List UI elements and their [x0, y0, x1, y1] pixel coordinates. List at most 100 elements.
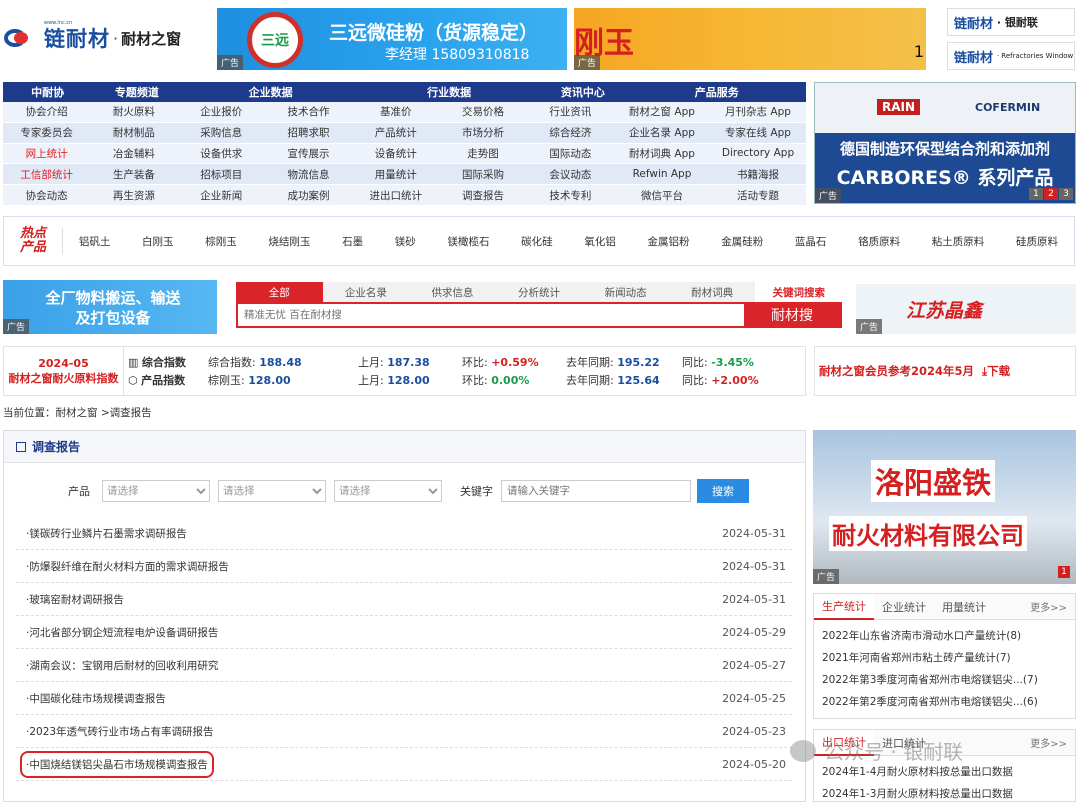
- hot-product-link[interactable]: 铬质原料: [858, 234, 900, 249]
- rban-page-3[interactable]: 3: [1059, 188, 1073, 200]
- nav-item[interactable]: 交易价格: [439, 102, 527, 123]
- hot-product-link[interactable]: 蓝晶石: [795, 234, 827, 249]
- ad-banner-carbores[interactable]: RAIN COFERMIN 德国制造环保型结合剂和添加剂 CARBORES® 系…: [814, 82, 1076, 204]
- report-title-link[interactable]: ·防爆裂纤维在耐火材料方面的需求调研报告: [26, 559, 229, 574]
- stats-tab[interactable]: 用量统计: [934, 594, 994, 620]
- hot-product-link[interactable]: 镁橄榄石: [447, 234, 489, 249]
- nav-item[interactable]: 耐材制品: [90, 122, 178, 144]
- ad-banner-luoyang-shengtie[interactable]: 洛阳盛铁 耐火材料有限公司 1 广告: [813, 430, 1076, 584]
- hot-product-link[interactable]: 粘土质原料: [932, 234, 985, 249]
- right-logo-yinnailian[interactable]: 链耐材 · 银耐联: [947, 8, 1075, 36]
- nav-item[interactable]: 行业资讯: [526, 102, 614, 123]
- report-title-link[interactable]: ·中国烧结镁铝尖晶石市场规模调查报告: [20, 750, 214, 778]
- ad-banner-jiangsu-jingxin[interactable]: 江苏晶鑫 广告: [856, 284, 1076, 334]
- list-item[interactable]: ·2023年透气砖行业市场占有率调研报告 2024-05-23: [16, 715, 792, 748]
- site-logo[interactable]: www.lnc.cn 链耐材 · 耐材之窗: [4, 16, 209, 60]
- nav-item[interactable]: 企业名录 App: [613, 122, 710, 144]
- nav-item[interactable]: 技术合作: [264, 102, 353, 123]
- stats-link[interactable]: 2024年1-3月耐火原材料按总量出口数据: [814, 782, 1075, 802]
- nav-item[interactable]: 招聘求职: [264, 122, 353, 144]
- hot-product-link[interactable]: 碳化硅: [521, 234, 553, 249]
- list-item[interactable]: ·湖南会议：宝钢用后耐材的回收利用研究 2024-05-27: [16, 649, 792, 682]
- nav-item[interactable]: 国际动态: [526, 144, 614, 165]
- nav-item[interactable]: 走势图: [439, 144, 527, 165]
- stats-link[interactable]: 2021年河南省郑州市粘土砖产量统计(7): [814, 646, 1075, 668]
- nav-item[interactable]: 月刊杂志 App: [709, 102, 806, 123]
- stats-tab[interactable]: 生产统计: [814, 593, 874, 620]
- hot-product-link[interactable]: 烧结刚玉: [268, 234, 310, 249]
- ad5-page[interactable]: 1: [1058, 566, 1070, 578]
- nav-item[interactable]: 微信平台: [613, 185, 710, 206]
- search-tab[interactable]: 企业名录: [322, 282, 410, 302]
- nav-item[interactable]: 技术专利: [526, 185, 614, 206]
- search-tab[interactable]: 供求信息: [409, 282, 496, 302]
- nav-item[interactable]: 企业报价: [177, 102, 265, 123]
- nav-item[interactable]: 综合经济: [526, 122, 614, 144]
- report-title-link[interactable]: ·中国碳化硅市场规模调查报告: [26, 691, 166, 706]
- nav-header[interactable]: 资讯中心: [538, 82, 627, 102]
- hot-product-link[interactable]: 硅质原料: [1016, 234, 1058, 249]
- right-logo-refractories-window[interactable]: 链耐材 · Refractories Window: [947, 42, 1075, 70]
- search-tab[interactable]: 分析统计: [495, 282, 583, 302]
- nav-item[interactable]: 协会介绍: [3, 102, 91, 123]
- nav-item[interactable]: 耐材之窗 App: [613, 102, 710, 123]
- search-tab[interactable]: 关键词搜索: [755, 282, 843, 302]
- hot-product-link[interactable]: 金属硅粉: [721, 234, 763, 249]
- nav-header[interactable]: 中耐协: [3, 82, 92, 102]
- hot-product-link[interactable]: 铝矾土: [79, 234, 111, 249]
- search-input[interactable]: [238, 304, 744, 326]
- nav-item[interactable]: 采购信息: [177, 122, 265, 144]
- nav-item[interactable]: 耐材词典 App: [613, 144, 710, 165]
- nav-item[interactable]: 设备统计: [352, 144, 440, 165]
- nav-item[interactable]: 产品统计: [352, 122, 440, 144]
- nav-item[interactable]: 调查报告: [439, 185, 527, 206]
- nav-header[interactable]: 企业数据: [181, 82, 359, 102]
- ad-banner-handling[interactable]: 全厂物料搬运、输送 及打包设备 广告: [3, 280, 217, 334]
- nav-item[interactable]: Refwin App: [613, 164, 710, 186]
- nav-item[interactable]: 书籍海报: [709, 164, 806, 186]
- hot-product-link[interactable]: 白刚玉: [142, 234, 174, 249]
- search-tab[interactable]: 全部: [236, 282, 323, 302]
- nav-item[interactable]: 工信部统计: [3, 164, 91, 186]
- nav-item[interactable]: 专家在线 App: [709, 122, 806, 144]
- product-select-2[interactable]: 请选择: [218, 480, 326, 502]
- nav-header[interactable]: 专题频道: [92, 82, 181, 102]
- nav-header[interactable]: 产品服务: [628, 82, 806, 102]
- stats-tab[interactable]: 企业统计: [874, 594, 934, 620]
- nav-item[interactable]: 耐火原料: [90, 102, 178, 123]
- hot-product-link[interactable]: 镁砂: [395, 234, 416, 249]
- chart-icon-label[interactable]: ▥ 综合指数: [128, 354, 208, 370]
- report-title-link[interactable]: ·镁碳砖行业鳞片石墨需求调研报告: [26, 526, 187, 541]
- nav-item[interactable]: 网上统计: [3, 144, 91, 165]
- nav-item[interactable]: 专家委员会: [3, 122, 91, 144]
- report-title-link[interactable]: ·河北省部分钢企短流程电炉设备调研报告: [26, 625, 218, 640]
- nav-item[interactable]: 设备供求: [177, 144, 265, 165]
- ad-banner-corundum[interactable]: 刚玉 1 广告: [574, 8, 926, 70]
- ad-banner-sanyuan[interactable]: 三远 三远微硅粉（货源稳定） 李经理 15809310818 广告: [217, 8, 567, 70]
- stats-tab[interactable]: 更多>>: [1022, 730, 1075, 756]
- nav-item[interactable]: 成功案例: [264, 185, 353, 206]
- nav-header[interactable]: 行业数据: [360, 82, 538, 102]
- nav-item[interactable]: 市场分析: [439, 122, 527, 144]
- list-item[interactable]: ·中国碳化硅市场规模调查报告 2024-05-25: [16, 682, 792, 715]
- nav-item[interactable]: 会议动态: [526, 164, 614, 186]
- stats-tab[interactable]: 更多>>: [1022, 594, 1075, 620]
- hot-product-link[interactable]: 金属铝粉: [648, 234, 690, 249]
- list-item[interactable]: ·防爆裂纤维在耐火材料方面的需求调研报告 2024-05-31: [16, 550, 792, 583]
- nav-item[interactable]: 冶金辅料: [90, 144, 178, 165]
- nav-item[interactable]: 宣传展示: [264, 144, 353, 165]
- nav-item[interactable]: Directory App: [709, 144, 806, 165]
- search-button[interactable]: 耐材搜: [744, 304, 840, 326]
- nav-item[interactable]: 用量统计: [352, 164, 440, 186]
- nav-item[interactable]: 再生资源: [90, 185, 178, 206]
- report-title-link[interactable]: ·2023年透气砖行业市场占有率调研报告: [26, 724, 214, 739]
- product-select-1[interactable]: 请选择: [102, 480, 210, 502]
- nav-item[interactable]: 进出口统计: [352, 185, 440, 206]
- stats-link[interactable]: 2022年山东省济南市滑动水口产量统计(8): [814, 624, 1075, 646]
- report-title-link[interactable]: ·玻璃窑耐材调研报告: [26, 592, 124, 607]
- hot-product-link[interactable]: 氧化铝: [584, 234, 616, 249]
- hot-product-link[interactable]: 石墨: [342, 234, 363, 249]
- rban-page-1[interactable]: 1: [1029, 188, 1043, 200]
- nav-item[interactable]: 生产装备: [90, 164, 178, 186]
- list-item[interactable]: ·河北省部分钢企短流程电炉设备调研报告 2024-05-29: [16, 616, 792, 649]
